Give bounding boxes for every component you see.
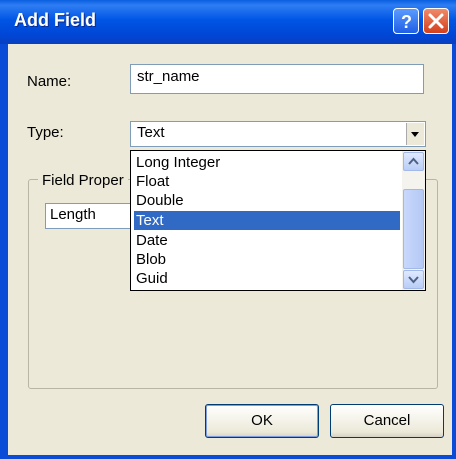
type-option-blob[interactable]: Blob [134,250,400,269]
window-frame-left [0,44,8,459]
chevron-up-icon [408,157,419,165]
svg-text:?: ? [401,12,412,32]
type-select[interactable]: Text [130,121,426,147]
length-property-cell[interactable]: Length [45,203,135,229]
name-label: Name: [27,73,72,90]
type-label: Type: [27,124,64,141]
close-icon [428,13,444,29]
window-frame-bottom [0,455,456,459]
chevron-down-icon [411,132,419,137]
type-select-value: Text [137,124,165,141]
type-dropdown-button[interactable] [406,123,424,145]
dropdown-scrollbar[interactable] [402,151,425,290]
type-option-long-integer[interactable]: Long Integer [134,153,400,172]
chevron-down-icon [408,276,419,284]
close-button[interactable] [423,8,449,34]
help-button[interactable]: ? [393,8,419,34]
type-option-float[interactable]: Float [134,172,400,191]
scroll-up-button[interactable] [403,152,424,171]
title-bar[interactable]: Add Field ? [0,0,456,44]
ok-button[interactable]: OK [205,404,319,438]
type-dropdown-list[interactable]: Long Integer Float Double Text Date Blob… [130,150,426,291]
name-field[interactable]: str_name [130,64,424,94]
window-title: Add Field [14,10,96,30]
type-option-double[interactable]: Double [134,191,400,210]
help-icon: ? [401,12,412,32]
cancel-button[interactable]: Cancel [330,404,444,438]
field-properties-label: Field Proper [38,172,128,189]
type-option-date[interactable]: Date [134,231,400,250]
type-option-guid[interactable]: Guid [134,269,400,288]
scroll-thumb[interactable] [403,189,424,269]
window-frame-right [452,44,456,459]
type-option-text[interactable]: Text [134,211,400,230]
scroll-down-button[interactable] [403,270,424,289]
